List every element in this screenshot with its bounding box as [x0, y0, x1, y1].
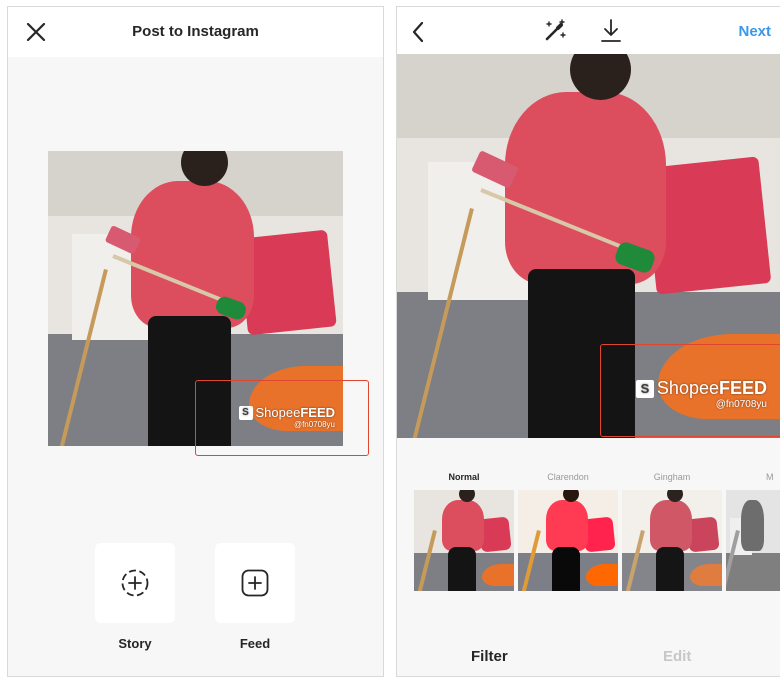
next-button[interactable]: Next	[738, 23, 771, 40]
story-add-icon	[121, 569, 149, 597]
filter-thumb-more[interactable]	[726, 490, 780, 591]
story-button[interactable]	[95, 543, 175, 623]
top-bar: Post to Instagram	[8, 7, 383, 57]
watermark-highlight	[600, 344, 780, 437]
filter-screen: Next S Shopee FEED @fn0708yu Normal Clare…	[396, 6, 780, 677]
filter-label-more: M	[766, 472, 774, 482]
back-icon[interactable]	[411, 21, 425, 43]
feed-label: Feed	[239, 636, 271, 651]
filter-thumb-normal[interactable]	[414, 490, 514, 591]
top-bar: Next	[397, 7, 780, 57]
download-icon[interactable]	[600, 18, 622, 44]
story-label: Story	[118, 636, 152, 651]
tab-filter[interactable]: Filter	[471, 648, 508, 665]
filter-thumb-gingham[interactable]	[622, 490, 722, 591]
watermark-highlight	[195, 380, 369, 456]
filter-label-gingham: Gingham	[653, 472, 691, 482]
feed-add-icon	[241, 569, 269, 597]
magic-wand-icon[interactable]	[543, 19, 567, 43]
page-title: Post to Instagram	[132, 23, 259, 40]
filter-thumb-clarendon[interactable]	[518, 490, 618, 591]
share-sheet-screen: Post to Instagram S Shopee FEED @fn0708yu…	[7, 6, 384, 677]
filter-label-normal: Normal	[448, 472, 480, 482]
tab-edit[interactable]: Edit	[663, 648, 691, 665]
feed-button[interactable]	[215, 543, 295, 623]
filter-label-clarendon: Clarendon	[547, 472, 589, 482]
